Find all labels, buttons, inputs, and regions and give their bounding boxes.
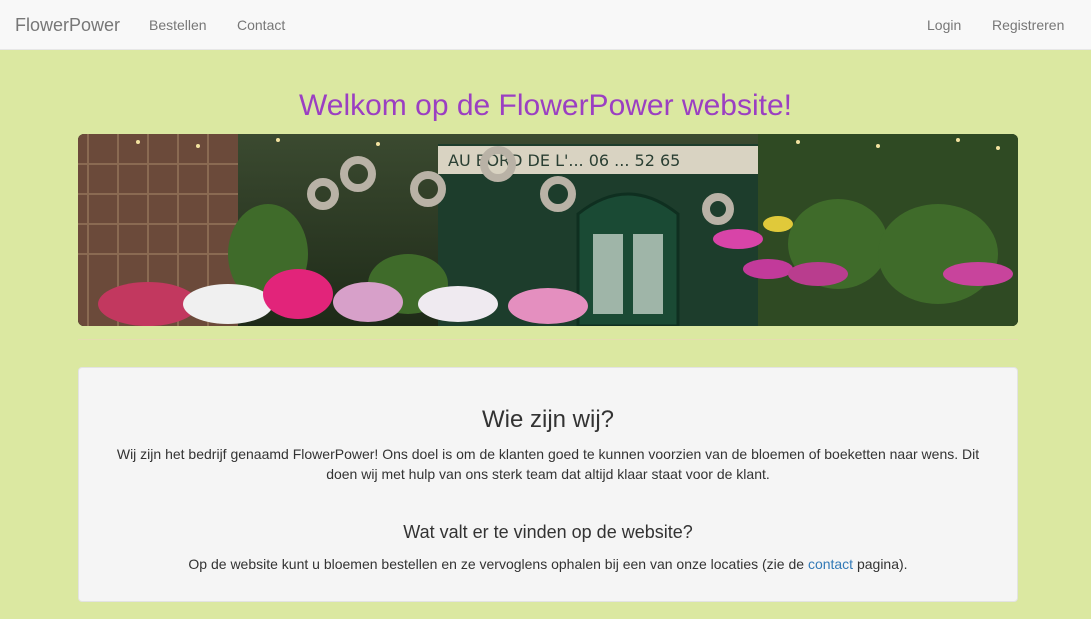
nav-login-link[interactable]: Login — [927, 0, 961, 50]
info-panel: Wie zijn wij? Wij zijn het bedrijf genaa… — [78, 367, 1018, 602]
nav-register-link[interactable]: Registreren — [992, 0, 1064, 50]
flower-shop-illustration: AU BORD DE L'... 06 ... 52 65 — [78, 134, 1018, 326]
site-heading: Wat valt er te vinden op de website? — [403, 522, 693, 542]
site-text-after: pagina). — [853, 556, 908, 572]
nav-order-link[interactable]: Bestellen — [149, 0, 207, 50]
flower-shop-banner-image: AU BORD DE L'... 06 ... 52 65 — [78, 134, 1018, 326]
about-text: Wij zijn het bedrijf genaamd FlowerPower… — [116, 446, 980, 482]
nav-contact-link[interactable]: Contact — [237, 0, 285, 50]
brand-link[interactable]: FlowerPower — [15, 0, 120, 50]
contact-link[interactable]: contact — [808, 556, 853, 572]
page-title: Welkom op de FlowerPower website! — [299, 89, 792, 122]
navbar: FlowerPower Bestellen Contact Login Regi… — [0, 0, 1091, 50]
about-heading: Wie zijn wij? — [481, 406, 615, 433]
site-text-before: Op de website kunt u bloemen bestellen e… — [188, 556, 808, 572]
site-text: Op de website kunt u bloemen bestellen e… — [79, 554, 1017, 574]
divider — [78, 339, 1018, 340]
